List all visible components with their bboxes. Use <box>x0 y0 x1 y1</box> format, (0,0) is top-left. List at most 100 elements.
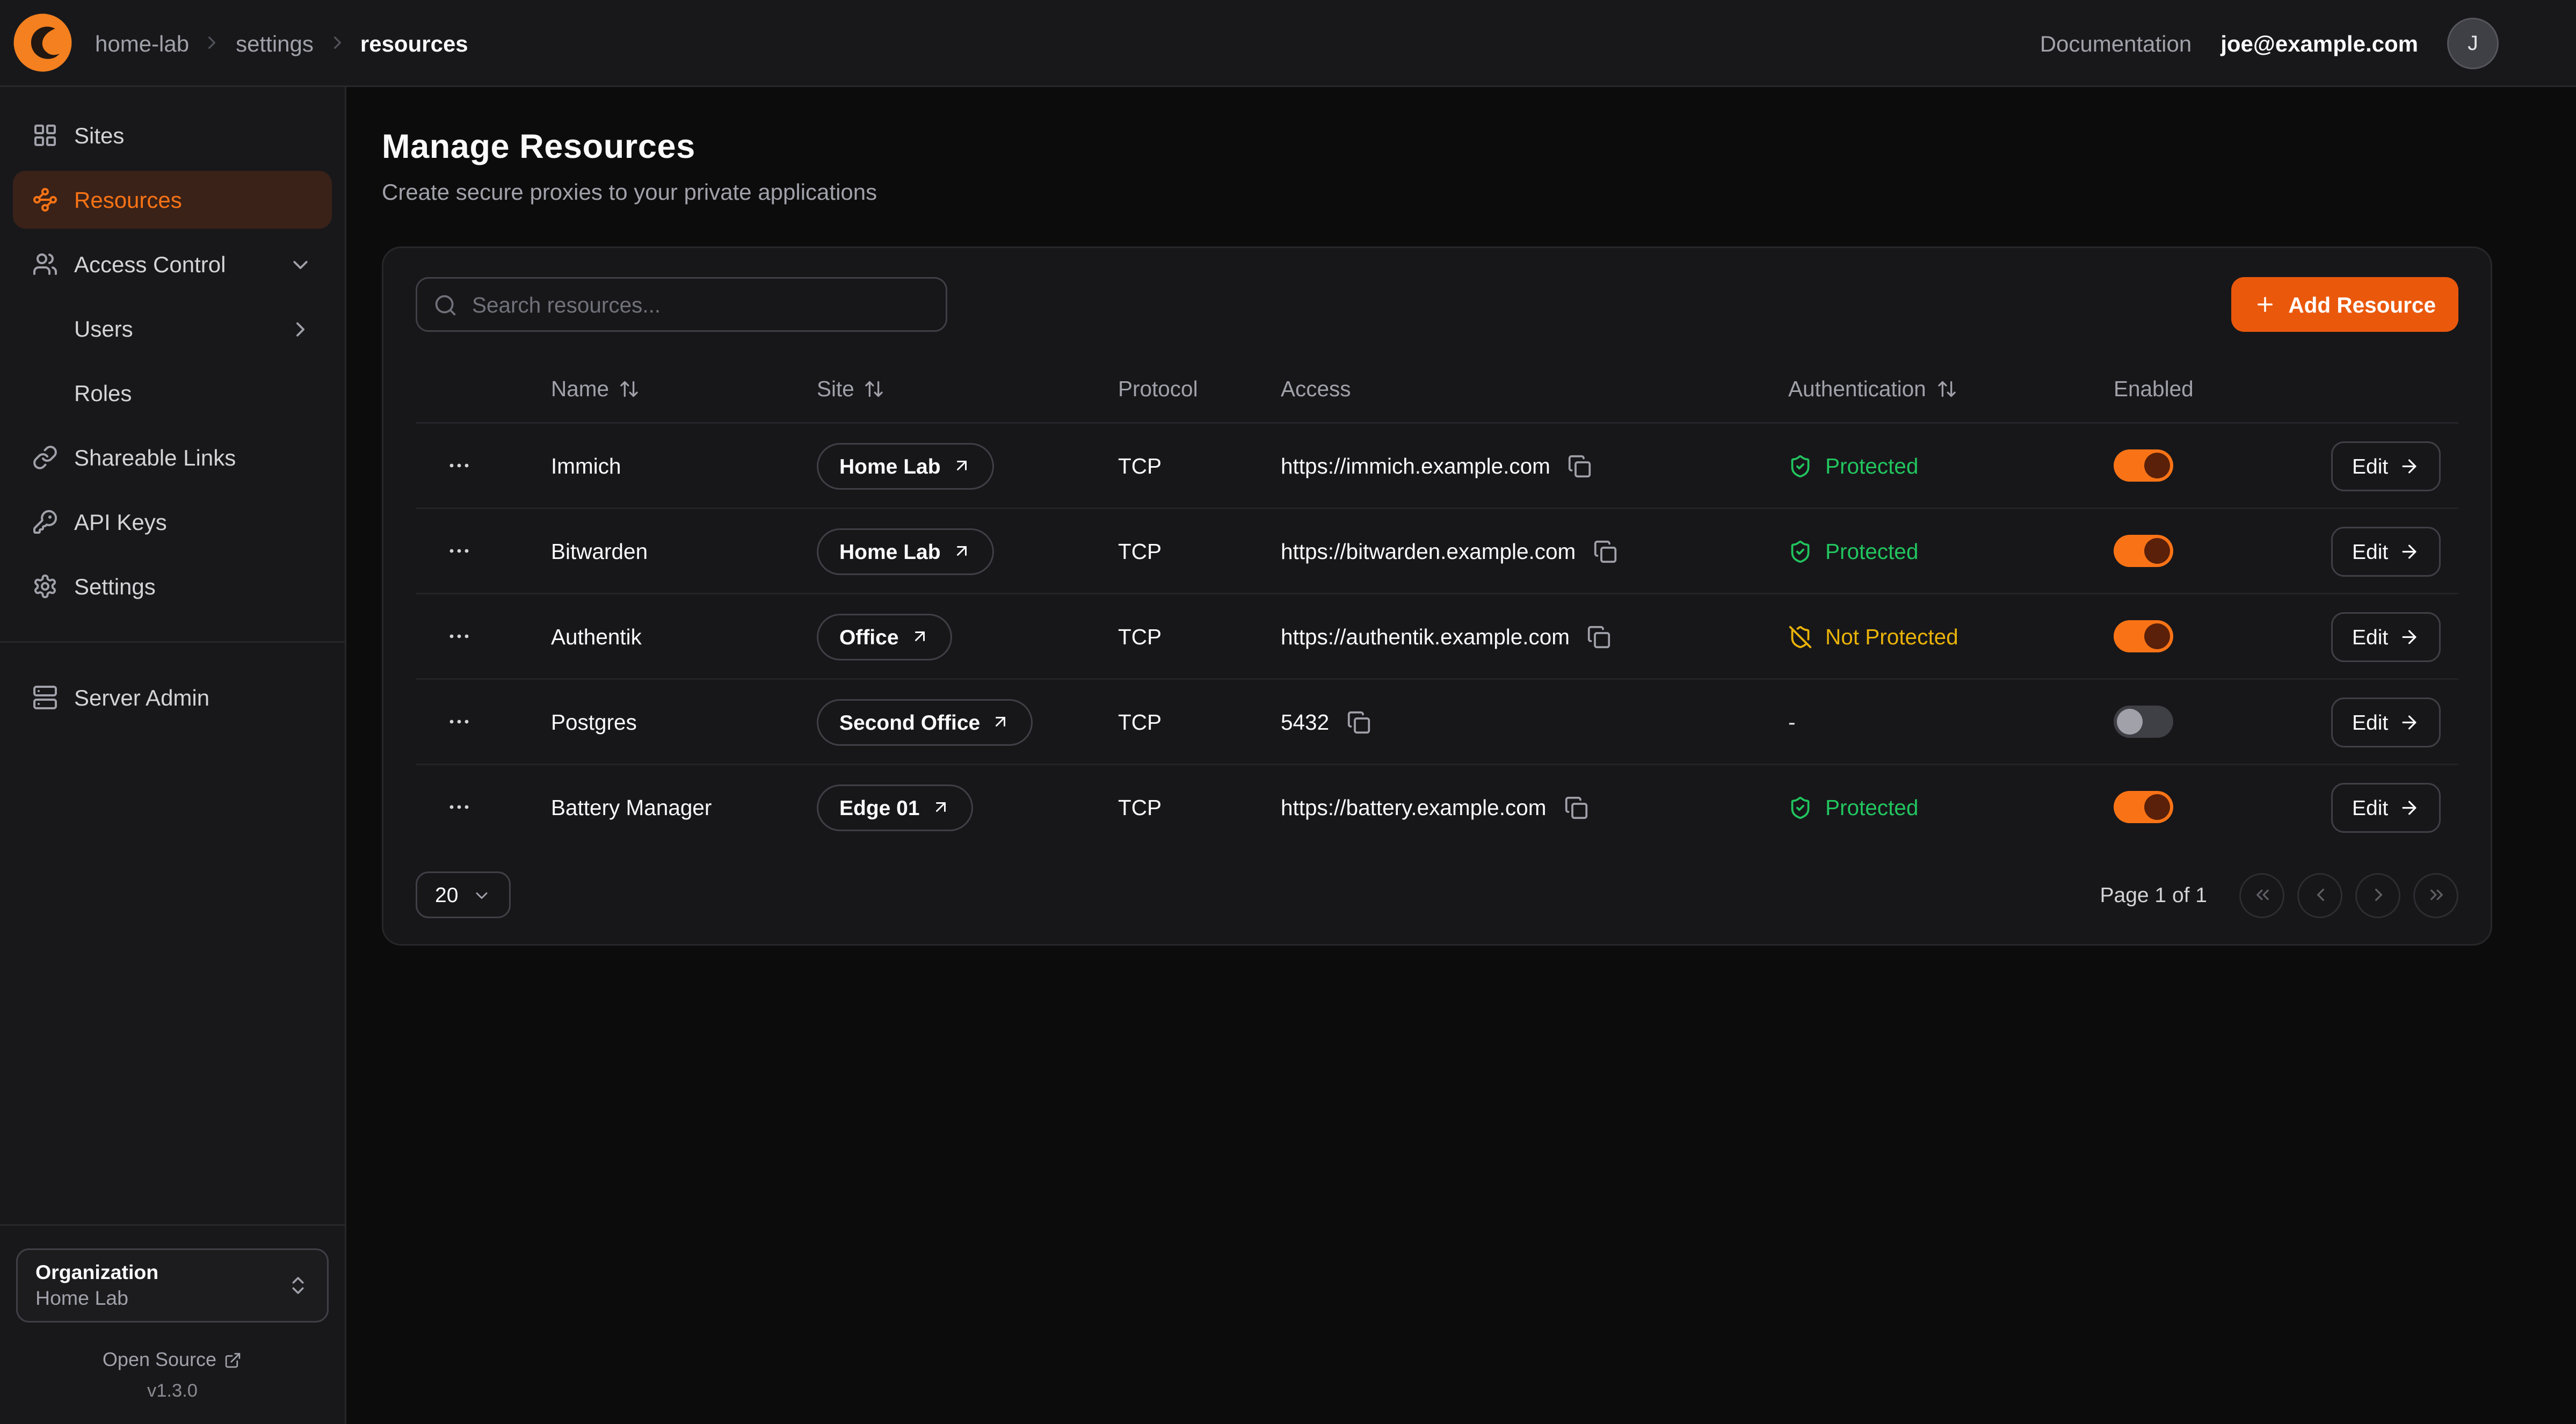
arrow-right-icon <box>2399 711 2420 732</box>
site-link-button[interactable]: Home Lab <box>817 528 994 575</box>
arrow-up-right-icon <box>931 797 950 817</box>
shield-check-icon <box>1788 539 1812 563</box>
table-header-row: Name Site Protocol Access <box>416 354 2458 424</box>
breadcrumb: home-lab settings resources <box>95 30 468 56</box>
breadcrumb-current: resources <box>360 30 468 56</box>
row-actions-button[interactable] <box>438 615 480 657</box>
user-email[interactable]: joe@example.com <box>2221 30 2418 56</box>
sidebar-item-label: Settings <box>74 573 156 599</box>
chevron-right-icon <box>202 32 223 53</box>
protocol: TCP <box>1118 454 1281 478</box>
arrow-right-icon <box>2399 626 2420 647</box>
key-icon <box>32 509 58 535</box>
pagination: 20 Page 1 of 1 <box>416 871 2458 918</box>
auth-label: Protected <box>1825 795 1918 819</box>
sidebar-item-resources[interactable]: Resources <box>13 171 332 229</box>
edit-button[interactable]: Edit <box>2331 612 2441 662</box>
edit-button[interactable]: Edit <box>2331 697 2441 747</box>
site-link-button[interactable]: Office <box>817 613 952 660</box>
copy-button[interactable] <box>1564 794 1590 820</box>
edit-button[interactable]: Edit <box>2331 441 2441 491</box>
topbar: home-lab settings resources Documentatio… <box>0 0 2576 87</box>
documentation-link[interactable]: Documentation <box>2040 30 2192 56</box>
next-page-button[interactable] <box>2355 873 2400 918</box>
auth-status: Protected <box>1788 795 2114 819</box>
protocol: TCP <box>1118 539 1281 563</box>
access-value: 5432 <box>1281 710 1329 734</box>
previous-page-button[interactable] <box>2297 873 2342 918</box>
add-resource-label: Add Resource <box>2288 293 2436 317</box>
arrow-up-right-icon <box>952 456 971 475</box>
enabled-toggle[interactable] <box>2114 535 2173 567</box>
site-link-button[interactable]: Home Lab <box>817 442 994 489</box>
arrow-right-icon <box>2399 797 2420 818</box>
avatar[interactable]: J <box>2447 17 2499 69</box>
column-label: Access <box>1281 376 1351 401</box>
copy-button[interactable] <box>1593 538 1619 564</box>
sidebar-item-server-admin[interactable]: Server Admin <box>13 669 332 726</box>
sidebar-item-access-control[interactable]: Access Control <box>13 235 332 293</box>
sidebar: Sites Resources Access Control Users <box>0 87 346 1424</box>
organization-selector[interactable]: Organization Home Lab <box>16 1248 329 1323</box>
ellipsis-icon <box>446 453 472 478</box>
search-input[interactable] <box>416 277 947 332</box>
open-source-link[interactable]: Open Source <box>103 1348 242 1371</box>
chevron-right-icon <box>288 317 313 341</box>
row-actions-button[interactable] <box>438 530 480 572</box>
add-resource-button[interactable]: Add Resource <box>2232 277 2458 332</box>
enabled-toggle[interactable] <box>2114 620 2173 652</box>
last-page-button[interactable] <box>2413 873 2458 918</box>
enabled-toggle[interactable] <box>2114 791 2173 823</box>
chevron-left-icon <box>2310 884 2331 905</box>
sidebar-item-settings[interactable]: Settings <box>13 557 332 615</box>
app-logo-icon[interactable] <box>13 13 72 72</box>
table-row: Authentik Office TCP https://authentik.e… <box>416 594 2458 680</box>
sort-icon <box>619 378 640 399</box>
sidebar-item-shareable-links[interactable]: Shareable Links <box>13 428 332 486</box>
row-actions-button[interactable] <box>438 445 480 486</box>
sidebar-item-sites[interactable]: Sites <box>13 106 332 164</box>
ellipsis-icon <box>446 709 472 735</box>
row-actions-button[interactable] <box>438 701 480 743</box>
toggle-knob <box>2144 538 2170 564</box>
copy-icon <box>1587 624 1612 649</box>
shield-check-icon <box>1788 795 1812 819</box>
sidebar-item-roles[interactable]: Roles <box>13 364 332 422</box>
open-source-label: Open Source <box>103 1348 216 1371</box>
first-page-button[interactable] <box>2239 873 2284 918</box>
chevron-down-icon <box>473 885 492 905</box>
site-link-button[interactable]: Edge 01 <box>817 784 973 831</box>
gear-icon <box>32 573 58 599</box>
site-link-button[interactable]: Second Office <box>817 699 1033 745</box>
sidebar-item-api-keys[interactable]: API Keys <box>13 493 332 551</box>
site-name: Edge 01 <box>839 795 920 819</box>
table-row: Immich Home Lab TCP https://immich.examp… <box>416 424 2458 509</box>
copy-button[interactable] <box>1347 709 1373 735</box>
resource-name: Authentik <box>551 624 817 649</box>
sidebar-item-label: Roles <box>74 380 132 406</box>
column-header-site[interactable]: Site <box>817 376 1118 401</box>
enabled-toggle[interactable] <box>2114 449 2173 482</box>
column-header-authentication[interactable]: Authentication <box>1788 376 2114 401</box>
edit-button[interactable]: Edit <box>2331 526 2441 576</box>
enabled-toggle[interactable] <box>2114 706 2173 738</box>
page-size-select[interactable]: 20 <box>416 871 511 918</box>
column-header-enabled: Enabled <box>2114 376 2331 401</box>
arrow-right-icon <box>2399 455 2420 476</box>
edit-button[interactable]: Edit <box>2331 782 2441 832</box>
breadcrumb-settings[interactable]: settings <box>236 30 314 56</box>
column-label: Enabled <box>2114 376 2194 401</box>
organization-label: Organization <box>35 1261 158 1284</box>
access-value: https://authentik.example.com <box>1281 624 1570 649</box>
edit-label: Edit <box>2352 710 2388 734</box>
column-label: Name <box>551 376 609 401</box>
sidebar-item-users[interactable]: Users <box>13 300 332 358</box>
column-header-name[interactable]: Name <box>551 376 817 401</box>
chevron-right-icon <box>326 32 347 53</box>
chevron-down-icon <box>288 252 313 277</box>
breadcrumb-org[interactable]: home-lab <box>95 30 189 56</box>
row-actions-button[interactable] <box>438 786 480 828</box>
search-icon <box>433 293 458 317</box>
copy-button[interactable] <box>1568 453 1594 478</box>
copy-button[interactable] <box>1587 623 1613 649</box>
